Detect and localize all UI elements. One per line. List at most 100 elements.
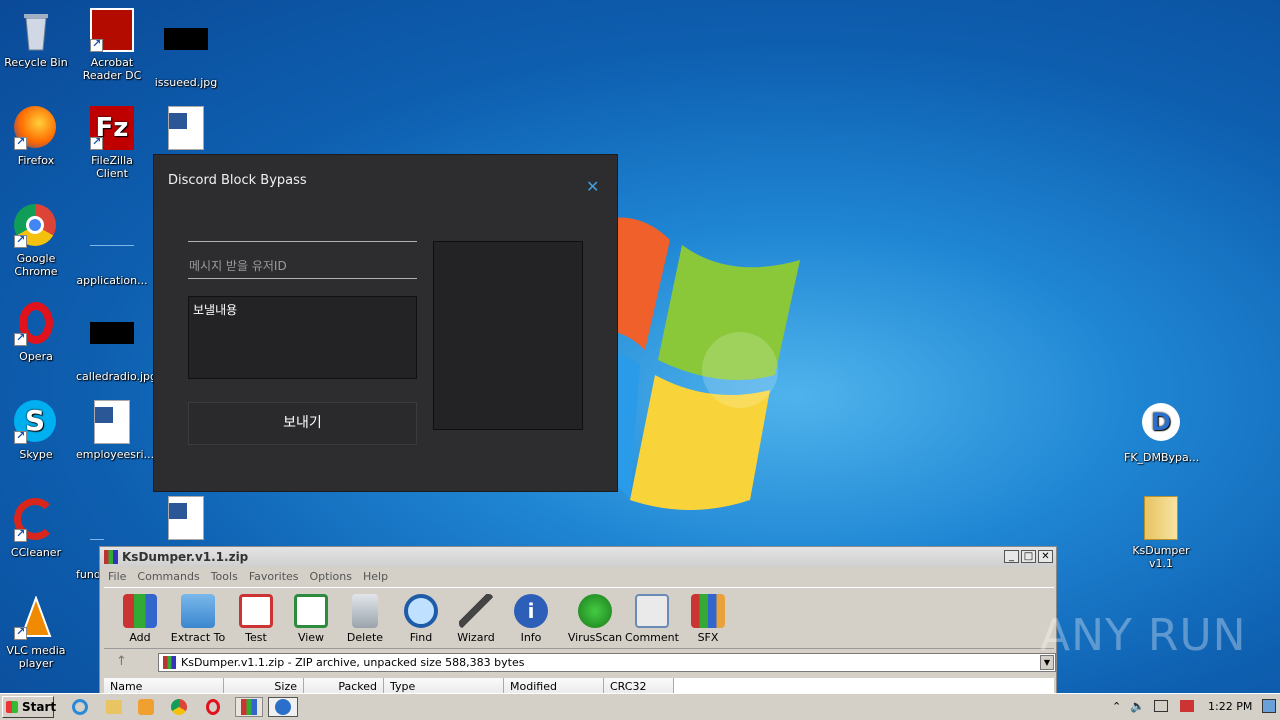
tool-delete[interactable]: Delete xyxy=(335,594,395,644)
menu-help[interactable]: Help xyxy=(363,570,388,583)
tool-find[interactable]: Find xyxy=(391,594,451,644)
send-button[interactable]: 보내기 xyxy=(188,402,417,445)
folder-icon xyxy=(1139,496,1183,540)
user-id-underline xyxy=(188,278,417,279)
address-field[interactable]: KsDumper.v1.1.zip - ZIP archive, unpacke… xyxy=(158,653,1056,672)
maximize-button[interactable]: □ xyxy=(1021,550,1036,563)
opera-icon[interactable] xyxy=(202,697,224,717)
tool-wizard[interactable]: Wizard xyxy=(446,594,506,644)
tool-info[interactable]: i Info xyxy=(501,594,561,644)
address-text: KsDumper.v1.1.zip - ZIP archive, unpacke… xyxy=(181,656,525,669)
explorer-icon[interactable] xyxy=(103,697,125,717)
view-book-icon xyxy=(294,594,328,628)
comment-icon xyxy=(635,594,669,628)
volume-icon[interactable]: 🔈 xyxy=(1130,699,1145,713)
desktop-icon-opera[interactable]: Opera xyxy=(0,302,72,363)
word-doc-icon xyxy=(164,106,208,150)
tray-expand-icon[interactable]: ⌃ xyxy=(1112,700,1121,713)
desktop-icon-ccleaner[interactable]: CCleaner xyxy=(0,498,72,559)
desktop-icon-calledradio[interactable]: calledradio.jpg xyxy=(76,302,157,383)
sfx-icon xyxy=(691,594,725,628)
desktop-icon-recycle-bin[interactable]: Recycle Bin xyxy=(0,8,72,69)
winrar-title: KsDumper.v1.1.zip xyxy=(122,550,249,564)
filezilla-icon: Fz xyxy=(90,106,134,150)
desktop-icon-chrome[interactable]: Google Chrome xyxy=(0,204,72,278)
media-player-icon[interactable] xyxy=(136,697,158,717)
windows-logo xyxy=(600,217,800,510)
vlc-icon xyxy=(14,595,58,640)
trash-icon xyxy=(352,594,378,628)
desktop-icon-skype[interactable]: S Skype xyxy=(0,400,72,461)
preview-panel xyxy=(433,241,583,430)
input-underline xyxy=(188,241,417,242)
window-title: Discord Block Bypass xyxy=(168,173,307,188)
recycle-bin-icon xyxy=(14,8,58,52)
up-arrow-icon[interactable]: ↑ xyxy=(116,654,127,669)
image-file-icon xyxy=(90,322,134,366)
network-icon[interactable] xyxy=(1154,700,1168,712)
address-bar: ↑ KsDumper.v1.1.zip - ZIP archive, unpac… xyxy=(104,652,1056,674)
tool-sfx[interactable]: SFX xyxy=(678,594,738,644)
chrome-icon xyxy=(14,204,58,248)
tool-add[interactable]: Add xyxy=(110,594,170,644)
info-icon: i xyxy=(514,594,548,628)
desktop-icon-fk-dmbypass[interactable]: D FK_DMBypa... xyxy=(1124,400,1199,464)
tool-test[interactable]: Test xyxy=(226,594,286,644)
message-textarea[interactable]: 보낼내용 xyxy=(188,296,417,379)
desktop-icon-word-2[interactable] xyxy=(150,496,222,544)
desktop-icon-ksdumper[interactable]: KsDumper v1.1 xyxy=(1124,496,1198,570)
discord-bypass-icon: D xyxy=(1139,403,1183,447)
menu-options[interactable]: Options xyxy=(310,570,352,583)
virus-scan-icon xyxy=(578,594,612,628)
menu-favorites[interactable]: Favorites xyxy=(249,570,299,583)
discord-bypass-taskbar-icon[interactable] xyxy=(268,697,298,717)
security-icon[interactable] xyxy=(1180,700,1194,712)
toolbar: Add Extract To Test View Delete Find Wiz… xyxy=(104,587,1054,649)
desktop-icon-issueed[interactable]: issueed.jpg xyxy=(150,8,222,89)
anyrun-watermark: ANY RUN xyxy=(1040,610,1247,661)
start-button[interactable]: Start xyxy=(2,696,56,718)
desktop-icon-employeesri[interactable]: employeesri... xyxy=(76,400,154,461)
desktop-icon-word-1[interactable] xyxy=(150,106,222,154)
menu-tools[interactable]: Tools xyxy=(211,570,238,583)
tool-virusscan[interactable]: VirusScan xyxy=(565,594,625,644)
test-clipboard-icon xyxy=(239,594,273,628)
add-archive-icon xyxy=(123,594,157,628)
show-desktop-icon[interactable] xyxy=(1262,699,1276,713)
discord-bypass-window: Discord Block Bypass ✕ 메시지 받을 유저ID 보낼내용 … xyxy=(154,155,617,491)
winrar-window: KsDumper.v1.1.zip _ □ ✕ File Commands To… xyxy=(99,546,1057,696)
magnifier-icon xyxy=(404,594,438,628)
winrar-icon xyxy=(104,550,118,564)
acrobat-icon xyxy=(90,8,134,52)
chrome-icon[interactable] xyxy=(169,697,191,717)
minimize-button[interactable]: _ xyxy=(1004,550,1019,563)
desktop-icon-application[interactable]: application... xyxy=(76,204,148,287)
file-icon xyxy=(90,226,134,270)
tool-comment[interactable]: Comment xyxy=(622,594,682,644)
menu-bar: File Commands Tools Favorites Options He… xyxy=(100,567,1056,585)
desktop-icon-filezilla[interactable]: Fz FileZilla Client xyxy=(76,106,148,180)
menu-commands[interactable]: Commands xyxy=(137,570,199,583)
ie-icon[interactable] xyxy=(70,697,92,717)
firefox-icon xyxy=(14,106,58,150)
desktop-icon-firefox[interactable]: Firefox xyxy=(0,106,72,167)
close-icon[interactable]: ✕ xyxy=(586,179,602,195)
word-doc-icon xyxy=(90,400,134,444)
tool-extract-to[interactable]: Extract To xyxy=(168,594,228,644)
winrar-taskbar-icon[interactable] xyxy=(235,697,263,717)
desktop-icon-vlc[interactable]: VLC media player xyxy=(0,595,72,670)
archive-icon xyxy=(163,656,176,669)
wand-icon xyxy=(459,594,493,628)
word-doc-icon xyxy=(164,496,208,540)
extract-folder-icon xyxy=(181,594,215,628)
tool-view[interactable]: View xyxy=(281,594,341,644)
clock[interactable]: 1:22 PM xyxy=(1208,700,1252,713)
desktop-icon-acrobat[interactable]: Acrobat Reader DC xyxy=(76,8,148,82)
user-id-input[interactable]: 메시지 받을 유저ID xyxy=(189,257,287,274)
close-button[interactable]: ✕ xyxy=(1038,550,1053,563)
taskbar: Start ⌃ 🔈 1:22 PM xyxy=(0,693,1280,720)
winrar-titlebar[interactable]: KsDumper.v1.1.zip xyxy=(100,547,1056,567)
skype-icon: S xyxy=(14,400,58,444)
menu-file[interactable]: File xyxy=(108,570,126,583)
opera-icon xyxy=(14,302,58,346)
